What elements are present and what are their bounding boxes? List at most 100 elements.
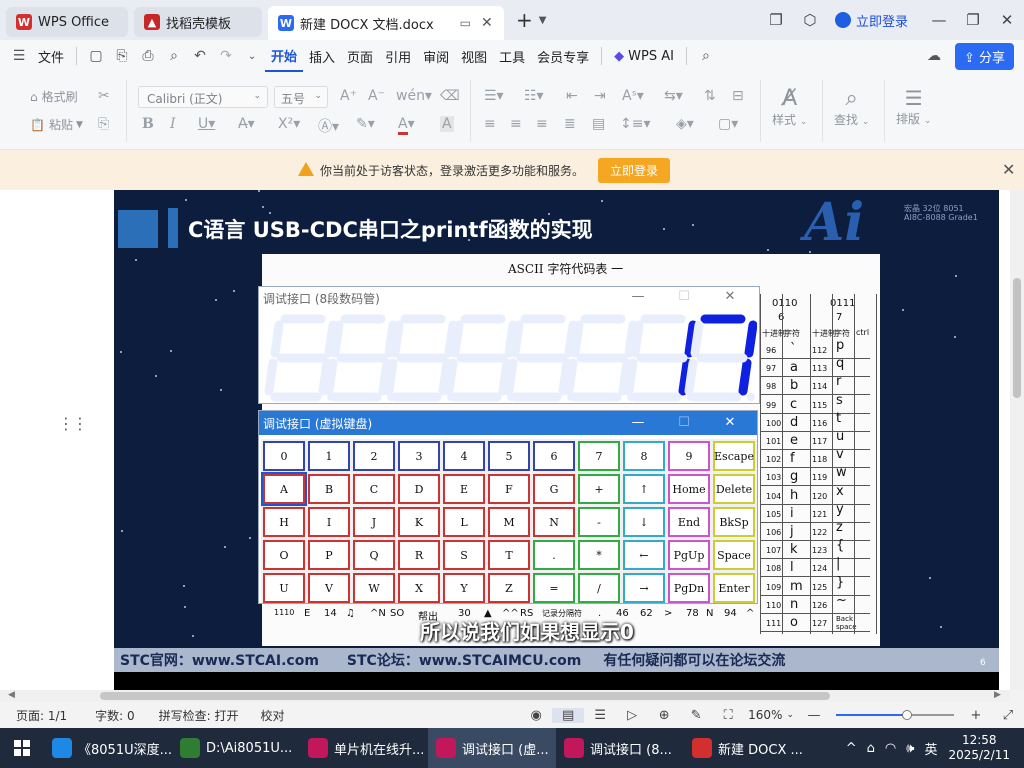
- search-icon[interactable]: ⌕: [693, 48, 719, 64]
- zoom-out-icon[interactable]: —: [798, 708, 830, 723]
- key-l[interactable]: L: [443, 507, 485, 537]
- menu-member[interactable]: 会员专享: [531, 40, 595, 72]
- taskbar-app[interactable]: 《8051U深度...: [44, 728, 172, 768]
- align-left-icon[interactable]: ≡: [484, 116, 496, 132]
- more-chevron-icon[interactable]: ⌄: [239, 51, 265, 62]
- decrease-indent-icon[interactable]: ⇤: [566, 88, 578, 104]
- menu-tools[interactable]: 工具: [493, 40, 531, 72]
- text-direction-icon[interactable]: Aˢ▾: [622, 88, 644, 104]
- menu-insert[interactable]: 插入: [303, 40, 341, 72]
- distribute-icon[interactable]: ▤: [592, 116, 605, 132]
- underline-icon[interactable]: U▾: [198, 116, 215, 132]
- hamburger-icon[interactable]: ☰: [6, 48, 32, 64]
- menu-reference[interactable]: 引用: [379, 40, 417, 72]
- seg-minimize-button[interactable]: —: [615, 289, 661, 304]
- key-h[interactable]: H: [263, 507, 305, 537]
- key-n[interactable]: N: [533, 507, 575, 537]
- shrink-font-icon[interactable]: A⁻: [368, 88, 385, 104]
- fullscreen-icon[interactable]: ⤢: [992, 708, 1024, 723]
- key-f[interactable]: F: [488, 474, 530, 504]
- key-m[interactable]: M: [488, 507, 530, 537]
- menu-review[interactable]: 审阅: [417, 40, 455, 72]
- grow-font-icon[interactable]: A⁺: [340, 88, 357, 104]
- cloud-upload-icon[interactable]: ☁: [921, 48, 947, 64]
- paste-button[interactable]: 📋 粘贴 ▼: [30, 116, 83, 133]
- key-8[interactable]: 8: [623, 441, 665, 471]
- pinyin-icon[interactable]: wén▾: [396, 88, 432, 104]
- shading-icon[interactable]: ◈▾: [676, 116, 694, 132]
- seg-display-window[interactable]: 调试接口 (8段数码管) — ☐ ✕: [258, 286, 760, 404]
- key-u[interactable]: U: [263, 573, 305, 603]
- cube-icon[interactable]: ⬡: [793, 11, 827, 29]
- new-tab-button[interactable]: +: [516, 8, 533, 32]
- web-view-icon[interactable]: ⊕: [648, 708, 680, 723]
- eye-icon[interactable]: ◉: [520, 708, 552, 723]
- key-[interactable]: ↑: [623, 474, 665, 504]
- key-w[interactable]: W: [353, 573, 395, 603]
- key-[interactable]: +: [578, 474, 620, 504]
- key-v[interactable]: V: [308, 573, 350, 603]
- login-button[interactable]: 立即登录: [834, 11, 908, 30]
- numbered-list-icon[interactable]: ☷▾: [524, 88, 544, 104]
- key-[interactable]: -: [578, 507, 620, 537]
- print-icon[interactable]: ⎙: [135, 48, 161, 64]
- undo-icon[interactable]: ↶: [187, 48, 213, 64]
- char-border-icon[interactable]: Ⓐ▾: [318, 116, 339, 136]
- redo-icon[interactable]: ↷: [213, 48, 239, 64]
- key-delete[interactable]: Delete: [713, 474, 755, 504]
- taskbar-app[interactable]: 单片机在线升...: [300, 728, 428, 768]
- styles-button[interactable]: A̸ 样式 ⌄: [772, 86, 807, 128]
- key-0[interactable]: 0: [263, 441, 305, 471]
- superscript-icon[interactable]: X²▾: [278, 116, 300, 132]
- increase-indent-icon[interactable]: ⇥: [594, 88, 606, 104]
- key-y[interactable]: Y: [443, 573, 485, 603]
- chevron-up-icon[interactable]: ^: [846, 741, 857, 756]
- bold-icon[interactable]: B: [142, 116, 154, 132]
- close-tab-icon[interactable]: ✕: [481, 15, 493, 31]
- drag-handle-icon[interactable]: ⋮⋮: [58, 414, 88, 433]
- key-k[interactable]: K: [398, 507, 440, 537]
- key-o[interactable]: O: [263, 540, 305, 570]
- font-size-select[interactable]: 五号 ⌄: [274, 86, 328, 108]
- bullet-list-icon[interactable]: ☰▾: [484, 88, 504, 104]
- fit-page-icon[interactable]: ⛶: [712, 708, 744, 723]
- key-x[interactable]: X: [398, 573, 440, 603]
- taskbar-app[interactable]: D:\Ai8051U...: [172, 728, 300, 768]
- clock[interactable]: 12:58 2025/2/11: [948, 733, 1010, 763]
- key-end[interactable]: End: [668, 507, 710, 537]
- seg-maximize-button[interactable]: ☐: [661, 289, 707, 304]
- kbd-minimize-button[interactable]: —: [615, 415, 661, 430]
- tab-list-chevron-icon[interactable]: ▼: [539, 15, 547, 26]
- key-1[interactable]: 1: [308, 441, 350, 471]
- volume-icon[interactable]: 🕪: [906, 741, 914, 756]
- key-pgdn[interactable]: PgDn: [668, 573, 710, 603]
- network-icon[interactable]: ⌂: [867, 741, 875, 756]
- highlight-icon[interactable]: ✎▾: [356, 116, 375, 132]
- menu-wps-ai[interactable]: ◆ WPS AI: [608, 40, 680, 72]
- spell-check-toggle[interactable]: 拼写检查: 打开: [159, 707, 239, 724]
- scroll-left-icon[interactable]: ◀: [8, 690, 15, 700]
- close-notice-icon[interactable]: ✕: [1002, 160, 1015, 179]
- font-color-icon[interactable]: A▾: [398, 116, 415, 135]
- key-[interactable]: ←: [623, 540, 665, 570]
- key-j[interactable]: J: [353, 507, 395, 537]
- key-space[interactable]: Space: [713, 540, 755, 570]
- tab-document[interactable]: W 新建 DOCX 文档.docx ▭ ✕: [268, 6, 504, 40]
- clear-format-icon[interactable]: ⌫: [440, 88, 460, 104]
- key-q[interactable]: Q: [353, 540, 395, 570]
- menu-file[interactable]: 文件: [32, 40, 70, 72]
- key-enter[interactable]: Enter: [713, 573, 755, 603]
- key-[interactable]: ↓: [623, 507, 665, 537]
- key-i[interactable]: I: [308, 507, 350, 537]
- key-home[interactable]: Home: [668, 474, 710, 504]
- horizontal-scrollbar[interactable]: ◀ ▶: [0, 690, 1010, 702]
- copy-icon[interactable]: ⎘: [98, 116, 109, 132]
- key-[interactable]: =: [533, 573, 575, 603]
- outline-view-icon[interactable]: ☰: [584, 708, 616, 723]
- wifi-icon[interactable]: ◠: [885, 741, 896, 756]
- restore-panel-icon[interactable]: ❐: [759, 11, 793, 29]
- line-spacing-icon[interactable]: ↕≡▾: [620, 116, 651, 132]
- strikethrough-icon[interactable]: A̶▾: [238, 116, 255, 132]
- key-[interactable]: *: [578, 540, 620, 570]
- page-view-icon[interactable]: ▤: [552, 707, 585, 723]
